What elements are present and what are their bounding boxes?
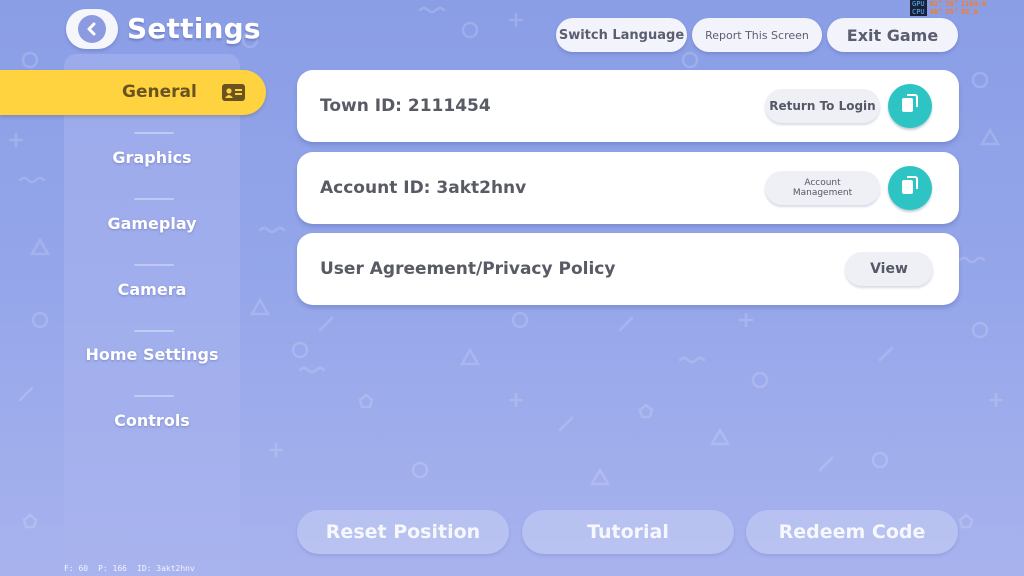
- sidebar-divider: [134, 264, 174, 266]
- copy-icon: [901, 94, 919, 118]
- sidebar-divider: [134, 198, 174, 200]
- sidebar-divider: [134, 330, 174, 332]
- tutorial-button[interactable]: Tutorial: [522, 510, 734, 554]
- ping-readout: P: 166: [98, 564, 127, 573]
- town-id-text: Town ID: 2111454: [320, 96, 491, 116]
- hud-value: 1104.0: [960, 0, 987, 8]
- exit-game-button[interactable]: Exit Game: [827, 18, 958, 52]
- hud-value: 25°: [945, 8, 958, 16]
- footer-stats: F: 60 P: 166 ID: 3akt2hnv: [64, 564, 195, 573]
- account-management-line1: Account: [804, 178, 841, 188]
- sidebar-item-general[interactable]: General: [0, 70, 266, 115]
- player-id-readout: ID: 3akt2hnv: [137, 564, 195, 573]
- user-agreement-card: User Agreement/Privacy Policy View: [297, 233, 959, 305]
- sidebar-item-label: General: [122, 82, 197, 102]
- page-title: Settings: [127, 12, 261, 45]
- copy-icon: [901, 176, 919, 200]
- sidebar-item-home-settings[interactable]: Home Settings: [64, 345, 240, 364]
- sidebar-item-camera[interactable]: Camera: [64, 280, 240, 299]
- chevron-left-icon: [78, 15, 106, 43]
- sidebar-item-gameplay[interactable]: Gameplay: [64, 214, 240, 233]
- sidebar-item-graphics[interactable]: Graphics: [64, 148, 240, 167]
- performance-hud: GPU 62° 39° 1104.0 CPU 48° 25° 82.0: [910, 0, 1020, 18]
- reset-position-button[interactable]: Reset Position: [297, 510, 509, 554]
- switch-language-button[interactable]: Switch Language: [556, 18, 687, 52]
- sidebar-divider: [134, 395, 174, 397]
- copy-town-id-button[interactable]: [888, 84, 932, 128]
- account-id-text: Account ID: 3akt2hnv: [320, 178, 527, 198]
- account-management-button[interactable]: Account Management: [765, 171, 880, 205]
- id-card-icon: [222, 84, 245, 101]
- account-id-card: Account ID: 3akt2hnv Account Management: [297, 152, 959, 224]
- copy-account-id-button[interactable]: [888, 166, 932, 210]
- hud-value: 62°: [929, 0, 943, 8]
- return-to-login-button[interactable]: Return To Login: [765, 89, 880, 123]
- town-id-card: Town ID: 2111454 Return To Login: [297, 70, 959, 142]
- user-agreement-text: User Agreement/Privacy Policy: [320, 259, 616, 279]
- sidebar-item-controls[interactable]: Controls: [64, 411, 240, 430]
- report-screen-button[interactable]: Report This Screen: [692, 18, 822, 52]
- hud-value: 39°: [945, 0, 958, 8]
- fps-readout: F: 60: [64, 564, 89, 573]
- back-button[interactable]: [66, 9, 118, 49]
- hud-value: 82.0: [960, 8, 978, 16]
- hud-label: GPU: [910, 0, 927, 8]
- hud-value: 48°: [929, 8, 943, 16]
- redeem-code-button[interactable]: Redeem Code: [746, 510, 958, 554]
- sidebar-divider: [134, 132, 174, 134]
- account-management-line2: Management: [792, 188, 853, 198]
- hud-label: CPU: [910, 8, 927, 16]
- view-agreement-button[interactable]: View: [845, 252, 933, 286]
